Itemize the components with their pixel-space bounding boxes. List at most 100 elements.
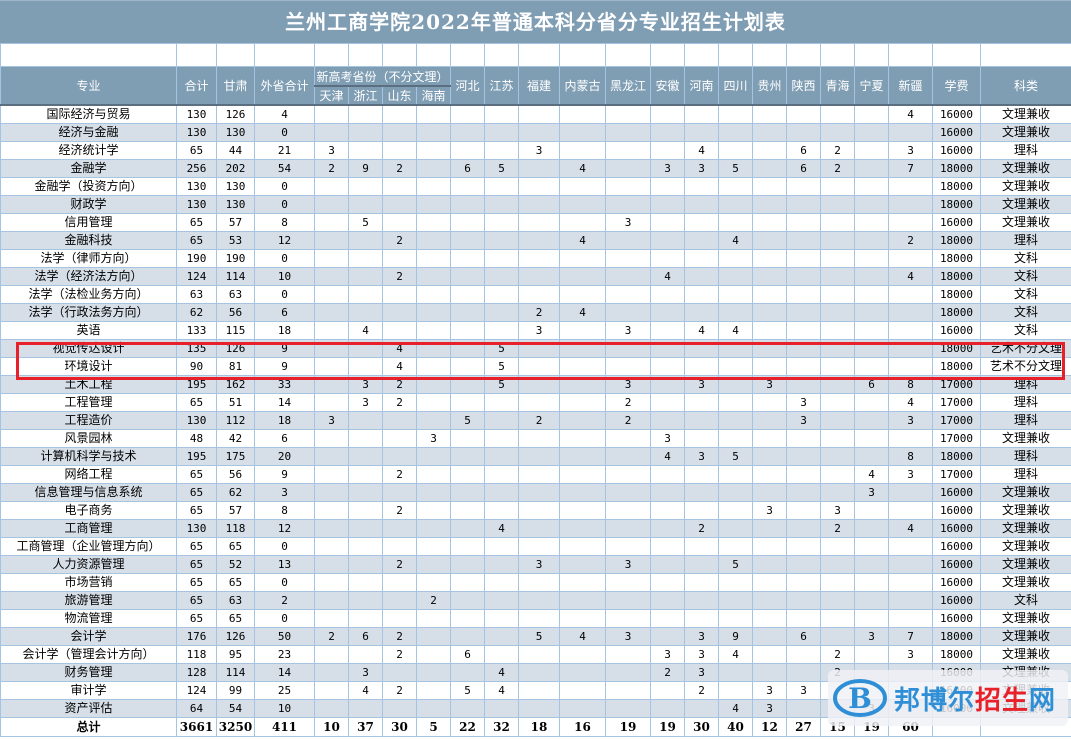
province-quota-cell xyxy=(518,159,560,178)
province-quota-cell: 8 xyxy=(888,375,933,394)
province-quota-cell xyxy=(605,159,651,178)
province-quota-cell xyxy=(518,375,560,394)
province-quota-cell xyxy=(786,537,821,556)
province-quota-cell xyxy=(382,537,417,556)
province-quota-cell: 2 xyxy=(382,159,417,178)
province-quota-cell: 9 xyxy=(348,159,383,178)
province-quota-cell xyxy=(416,573,451,592)
province-quota-cell: 2 xyxy=(684,519,719,538)
province-quota-cell: 5 xyxy=(718,555,753,574)
table-row: 会计学（管理会计方向） 118 95 23 2 6 3 3 4 2 3 18000 文理兼收 xyxy=(0,645,1071,664)
province-quota-cell xyxy=(752,609,787,628)
province-quota-cell: 7 xyxy=(888,159,933,178)
table-row: 土木工程 195 162 33 3 2 5 3 3 3 6 8 17000 理科 xyxy=(0,375,1071,394)
tuition-cell: 16000 xyxy=(932,555,981,574)
blank-cell xyxy=(254,43,315,67)
category-cell: 文科 xyxy=(980,249,1071,268)
province-quota-cell: 4 xyxy=(718,699,753,718)
province-quota-cell xyxy=(348,483,383,502)
province-quota-cell xyxy=(450,213,485,232)
major-cell: 土木工程 xyxy=(0,375,177,394)
out-total-cell: 6 xyxy=(254,429,315,448)
province-quota-cell xyxy=(450,483,485,502)
province-quota-cell xyxy=(450,573,485,592)
province-quota-cell xyxy=(518,339,560,358)
province-quota-cell xyxy=(854,249,889,268)
province-quota-cell xyxy=(314,537,349,556)
province-quota-cell xyxy=(752,159,787,178)
province-quota-cell xyxy=(416,501,451,520)
province-quota-cell xyxy=(484,429,519,448)
table-row: 法学（法检业务方向） 63 63 0 18000 文科 xyxy=(0,285,1071,304)
province-quota-cell xyxy=(820,177,855,196)
province-quota-cell xyxy=(416,627,451,646)
province-quota-cell xyxy=(650,537,685,556)
gansu-cell: 65 xyxy=(216,609,255,628)
sheet-title: 兰州工商学院2022年普通本科分省分专业招生计划表 xyxy=(0,0,1071,43)
province-quota-cell xyxy=(314,123,349,142)
province-quota-cell xyxy=(820,627,855,646)
province-quota-cell: 2 xyxy=(382,231,417,250)
blank-cell xyxy=(980,43,1071,67)
province-quota-cell xyxy=(650,627,685,646)
province-quota-cell xyxy=(752,429,787,448)
header-gansu: 甘肃 xyxy=(216,66,255,106)
province-quota-cell xyxy=(684,537,719,556)
major-cell: 审计学 xyxy=(0,681,177,700)
province-quota-cell xyxy=(518,285,560,304)
gansu-cell: 112 xyxy=(216,411,255,430)
province-quota-cell xyxy=(484,609,519,628)
province-quota-cell xyxy=(752,573,787,592)
category-cell: 文理兼收 xyxy=(980,609,1071,628)
total-cell: 195 xyxy=(176,375,217,394)
enrollment-plan-sheet: 兰州工商学院2022年普通本科分省分专业招生计划表 专业 合计 甘肃 外省合计 … xyxy=(0,0,1071,737)
province-quota-cell xyxy=(718,141,753,160)
province-quota-cell xyxy=(786,321,821,340)
province-quota-cell xyxy=(559,537,606,556)
province-quota-cell: 3 xyxy=(314,411,349,430)
province-quota-cell xyxy=(518,681,560,700)
gansu-cell: 81 xyxy=(216,357,255,376)
province-quota-cell xyxy=(718,429,753,448)
province-quota-cell xyxy=(786,231,821,250)
province-quota-cell: 3 xyxy=(786,393,821,412)
province-quota-cell xyxy=(650,483,685,502)
province-quota-cell: 3 xyxy=(684,627,719,646)
province-quota-cell xyxy=(382,483,417,502)
province-quota-cell xyxy=(382,249,417,268)
province-quota-cell xyxy=(888,213,933,232)
province-quota-cell xyxy=(786,285,821,304)
blank-cell xyxy=(932,43,981,67)
province-quota-cell: 3 xyxy=(650,159,685,178)
province-quota-cell: 4 xyxy=(684,321,719,340)
province-quota-cell xyxy=(854,501,889,520)
province-quota-cell: 7 xyxy=(888,627,933,646)
province-quota-cell xyxy=(854,339,889,358)
category-cell: 文理兼收 xyxy=(980,429,1071,448)
province-quota-cell xyxy=(684,411,719,430)
blank-cell xyxy=(314,43,349,67)
province-quota-cell xyxy=(450,447,485,466)
table-row: 物流管理 65 65 0 16000 文理兼收 xyxy=(0,609,1071,628)
province-quota-cell xyxy=(752,195,787,214)
out-total-cell: 4 xyxy=(254,104,315,124)
out-total-cell: 20 xyxy=(254,447,315,466)
tuition-cell: 16000 xyxy=(932,501,981,520)
table-row: 国际经济与贸易 130 126 4 4 16000 文理兼收 xyxy=(0,104,1071,124)
gansu-cell: 126 xyxy=(216,339,255,358)
province-quota-cell xyxy=(605,303,651,322)
province-quota-cell: 2 xyxy=(820,663,855,682)
province-quota-cell xyxy=(786,699,821,718)
province-quota-cell xyxy=(416,141,451,160)
total-cell: 65 xyxy=(176,609,217,628)
out-total-cell: 3 xyxy=(254,483,315,502)
table-row: 工程管理 65 51 14 3 2 2 3 4 17000 理科 xyxy=(0,393,1071,412)
province-quota-cell xyxy=(518,123,560,142)
tuition-cell: 18000 xyxy=(932,447,981,466)
province-quota-cell xyxy=(484,411,519,430)
province-quota-cell xyxy=(559,177,606,196)
gansu-cell: 175 xyxy=(216,447,255,466)
province-quota-cell xyxy=(416,411,451,430)
province-quota-cell xyxy=(820,609,855,628)
province-quota-cell xyxy=(484,501,519,520)
